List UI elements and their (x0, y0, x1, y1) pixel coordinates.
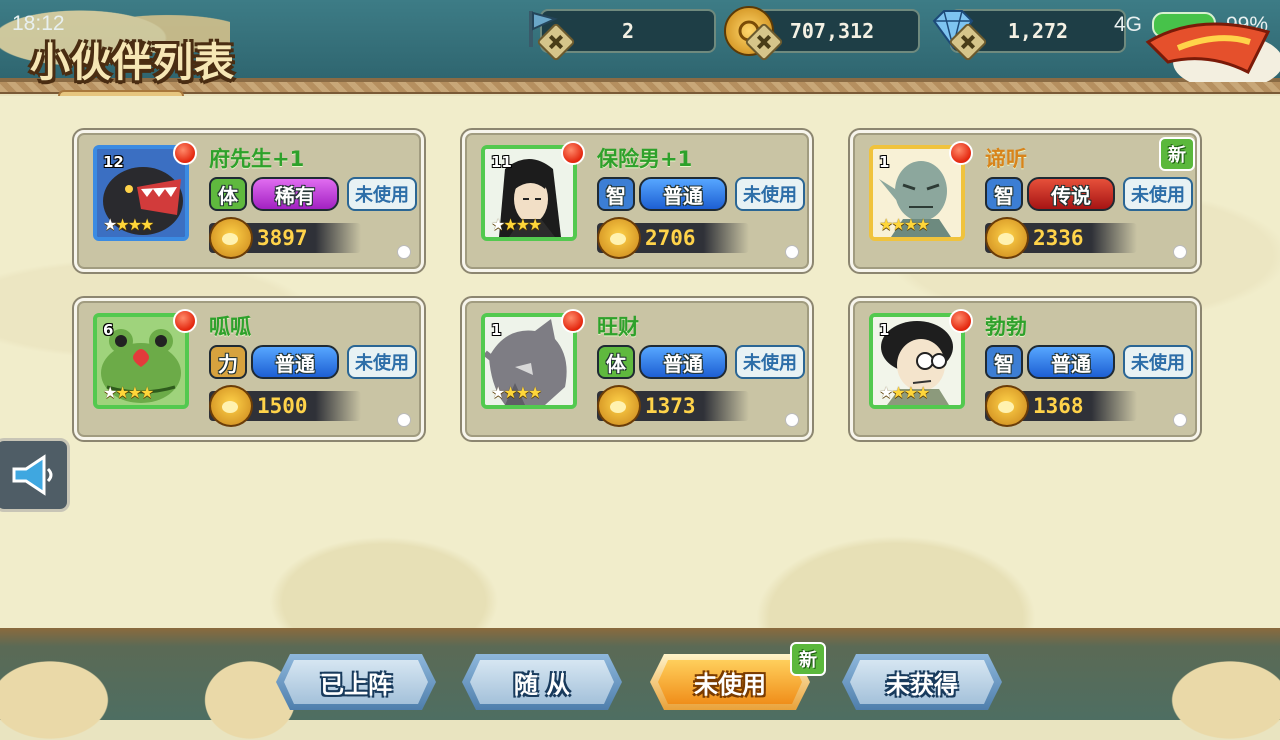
rarity-badge: 普通 (639, 177, 727, 211)
status-button[interactable]: 未使用 (1123, 177, 1193, 211)
power-value: 2336 (1033, 226, 1084, 250)
star-rating: ★★★★ (879, 383, 930, 402)
status-button[interactable]: 未使用 (735, 345, 805, 379)
status-time: 18:12 (12, 12, 65, 35)
tab-new-badge: 新 (790, 642, 826, 676)
companion-card[interactable]: 1 ★★★★ 旺财 体 普通 未使用 1373 (462, 298, 812, 440)
status-button[interactable]: 未使用 (347, 345, 417, 379)
select-indicator (1173, 413, 1187, 427)
paw-icon (597, 385, 641, 427)
notification-dot (173, 141, 197, 165)
attribute-badge: 智 (985, 345, 1023, 379)
notification-dot (949, 309, 973, 333)
tab-deployed[interactable]: 已上阵 (276, 654, 436, 710)
stamina-value: 2 (621, 19, 635, 43)
close-button[interactable] (1138, 12, 1280, 92)
select-indicator (785, 245, 799, 259)
companion-card[interactable]: 6 ★★★★ 呱呱 力 普通 未使用 1500 (74, 298, 424, 440)
tab-unused[interactable]: 未使用 (650, 654, 810, 710)
tab-label: 随 从 (513, 670, 571, 699)
power-value: 1373 (645, 394, 696, 418)
notification-dot (561, 309, 585, 333)
tab-followers[interactable]: 随 从 (462, 654, 622, 710)
cloud-decoration (1140, 640, 1280, 740)
companion-card[interactable]: 1 ★★★★ 谛听 新 智 传说 未使用 2336 (850, 130, 1200, 272)
companion-name: 府先生+1 (209, 147, 305, 171)
power-value: 2706 (645, 226, 696, 250)
companion-name: 旺财 (597, 315, 639, 339)
companion-name: 呱呱 (209, 315, 251, 339)
star-rating: ★★★★ (491, 215, 542, 234)
tab-not-obtained[interactable]: 未获得 (842, 654, 1002, 710)
coin-value: 707,312 (789, 19, 875, 43)
companion-card[interactable]: 11 ★★★★ 保险男+1 智 普通 未使用 2706 (462, 130, 812, 272)
status-button[interactable]: 未使用 (735, 177, 805, 211)
notification-dot (949, 141, 973, 165)
companion-name: 谛听 (985, 147, 1027, 171)
power-value: 3897 (257, 226, 308, 250)
rarity-badge: 普通 (251, 345, 339, 379)
star-rating: ★★★★ (103, 383, 154, 402)
level-label: 11 (491, 153, 512, 171)
page-title: 小伙伴列表 (30, 40, 235, 86)
power-value: 1500 (257, 394, 308, 418)
attribute-badge: 智 (985, 177, 1023, 211)
attribute-badge: 体 (209, 177, 247, 211)
attribute-badge: 智 (597, 177, 635, 211)
paw-icon (209, 217, 253, 259)
tab-label: 未获得 (886, 670, 958, 699)
select-indicator (785, 413, 799, 427)
companion-card[interactable]: 12 ★★★★ 府先生+1 体 稀有 未使用 3897 (74, 130, 424, 272)
notification-dot (173, 309, 197, 333)
level-label: 1 (491, 321, 502, 339)
companion-card[interactable]: 1 ★★★★ 勃勃 智 普通 未使用 1368 (850, 298, 1200, 440)
rarity-badge: 稀有 (251, 177, 339, 211)
rarity-badge: 传说 (1027, 177, 1115, 211)
status-button[interactable]: 未使用 (1123, 345, 1193, 379)
rarity-badge: 普通 (1027, 345, 1115, 379)
companion-name: 保险男+1 (597, 147, 693, 171)
attribute-badge: 体 (597, 345, 635, 379)
star-rating: ★★★★ (879, 215, 930, 234)
paw-icon (209, 385, 253, 427)
power-value: 1368 (1033, 394, 1084, 418)
tab-label: 已上阵 (320, 670, 392, 699)
rarity-badge: 普通 (639, 345, 727, 379)
companion-name: 勃勃 (985, 315, 1027, 339)
select-indicator (1173, 245, 1187, 259)
level-label: 1 (879, 153, 890, 171)
new-badge: 新 (1159, 137, 1195, 171)
megaphone-icon (12, 454, 53, 496)
paw-icon (985, 217, 1029, 259)
gem-value: 1,272 (1007, 19, 1069, 43)
star-rating: ★★★★ (491, 383, 542, 402)
cloud-decoration (0, 640, 140, 740)
notification-dot (561, 141, 585, 165)
tab-label: 未使用 (694, 670, 766, 699)
companion-list-panel: 12 ★★★★ 府先生+1 体 稀有 未使用 3897 11 ★★★★ 保险男+ (0, 96, 1280, 628)
status-button[interactable]: 未使用 (347, 177, 417, 211)
paw-icon (985, 385, 1029, 427)
announcement-button[interactable] (0, 438, 70, 512)
level-label: 12 (103, 153, 124, 171)
attribute-badge: 力 (209, 345, 247, 379)
select-indicator (397, 413, 411, 427)
star-rating: ★★★★ (103, 215, 154, 234)
paw-icon (597, 217, 641, 259)
select-indicator (397, 245, 411, 259)
bottom-bar (0, 628, 1280, 740)
level-label: 6 (103, 321, 114, 339)
level-label: 1 (879, 321, 890, 339)
